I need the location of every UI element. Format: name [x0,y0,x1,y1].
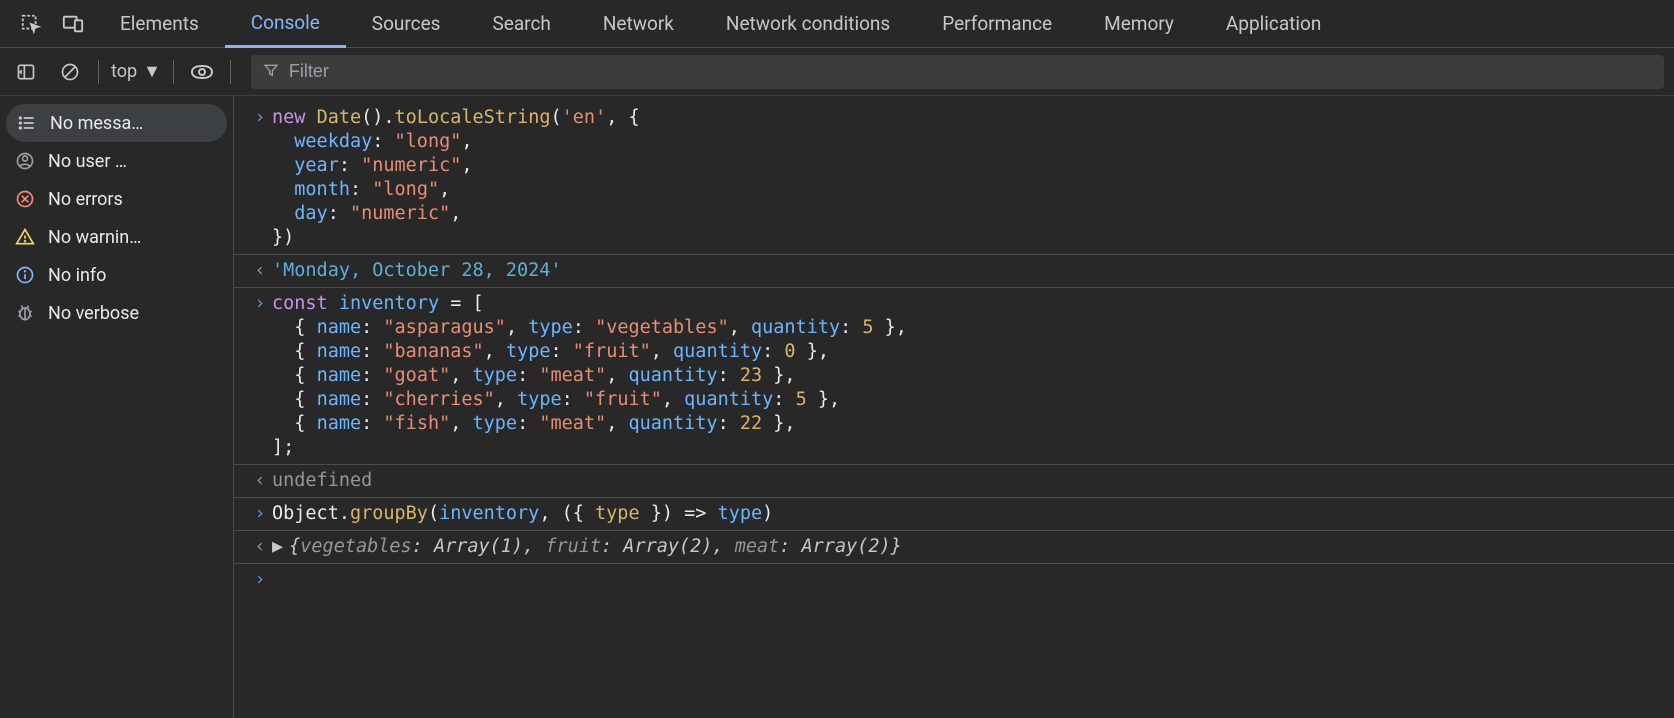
tab-network[interactable]: Network [577,0,700,48]
sidebar-item-label: No errors [48,189,123,210]
tab-search[interactable]: Search [466,0,576,48]
filter-input[interactable] [289,61,1652,82]
sidebar-item-label: No info [48,265,106,286]
object-key: vegetables [300,536,411,557]
live-expression-icon[interactable] [186,56,218,88]
filter-wrap [251,55,1664,89]
tab-performance[interactable]: Performance [916,0,1078,48]
sidebar-item-label: No user … [48,151,127,172]
output-value[interactable]: ▶ {vegetables: Array(1), fruit: Array(2),… [272,535,1674,559]
console-output-row: ▶ {vegetables: Array(1), fruit: Array(2),… [234,531,1674,564]
console-input-row: const inventory = [ { name: "asparagus",… [234,288,1674,465]
message-sidebar: No messa… No user … No errors No warnin…… [0,96,234,718]
sidebar-item-warnings[interactable]: No warnin… [0,218,233,256]
filter-icon [263,62,279,82]
inspect-element-icon[interactable] [10,0,52,48]
sidebar-item-label: No messa… [50,113,143,134]
object-val: : Array(2) [779,536,890,557]
devtools-tabs: Elements Console Sources Search Network … [0,0,1674,48]
code-input[interactable]: const inventory = [ { name: "asparagus",… [272,292,1674,460]
sidebar-item-errors[interactable]: No errors [0,180,233,218]
console-prompt-row[interactable] [234,564,1674,596]
object-key: meat [735,536,780,557]
chevron-down-icon: ▼ [143,61,161,82]
user-icon [14,150,36,172]
expand-triangle-icon[interactable]: ▶ [272,535,283,559]
prompt-input[interactable] [272,568,1674,592]
object-val: : Array(2), [601,536,735,557]
toggle-sidebar-icon[interactable] [10,56,42,88]
clear-console-icon[interactable] [54,56,86,88]
tab-memory[interactable]: Memory [1078,0,1200,48]
main: No messa… No user … No errors No warnin…… [0,96,1674,718]
console-output-row: 'Monday, October 28, 2024' [234,255,1674,288]
sidebar-item-messages[interactable]: No messa… [6,104,227,142]
sidebar-item-label: No warnin… [48,227,141,248]
output-marker-icon [248,535,272,559]
input-marker-icon [248,502,272,526]
input-marker-icon [248,106,272,250]
device-toggle-icon[interactable] [52,0,94,48]
console-output-row: undefined [234,465,1674,498]
tab-console[interactable]: Console [225,0,346,48]
output-marker-icon [248,469,272,493]
brace: { [289,536,300,557]
output-value[interactable]: 'Monday, October 28, 2024' [272,259,1674,283]
context-selector[interactable]: top ▼ [111,61,161,82]
sidebar-item-user[interactable]: No user … [0,142,233,180]
tab-sources[interactable]: Sources [346,0,467,48]
info-icon [14,264,36,286]
console-output: new Date().toLocaleString('en', { weekda… [234,96,1674,718]
input-marker-icon [248,568,272,592]
separator [173,60,174,84]
tab-network-conditions[interactable]: Network conditions [700,0,916,48]
console-toolbar: top ▼ [0,48,1674,96]
input-marker-icon [248,292,272,460]
object-key: fruit [545,536,601,557]
context-label: top [111,61,137,82]
separator [230,60,231,84]
separator [98,60,99,84]
warning-icon [14,226,36,248]
console-input-row: new Date().toLocaleString('en', { weekda… [234,102,1674,255]
error-icon [14,188,36,210]
code-input[interactable]: new Date().toLocaleString('en', { weekda… [272,106,1674,250]
tab-application[interactable]: Application [1200,0,1347,48]
sidebar-item-info[interactable]: No info [0,256,233,294]
console-input-row: Object.groupBy(inventory, ({ type }) => … [234,498,1674,531]
output-marker-icon [248,259,272,283]
code-input[interactable]: Object.groupBy(inventory, ({ type }) => … [272,502,1674,526]
tab-elements[interactable]: Elements [94,0,225,48]
sidebar-item-label: No verbose [48,303,139,324]
object-val: : Array(1), [412,536,546,557]
list-icon [16,112,38,134]
output-value[interactable]: undefined [272,469,1674,493]
bug-icon [14,302,36,324]
brace: } [891,536,902,557]
sidebar-item-verbose[interactable]: No verbose [0,294,233,332]
